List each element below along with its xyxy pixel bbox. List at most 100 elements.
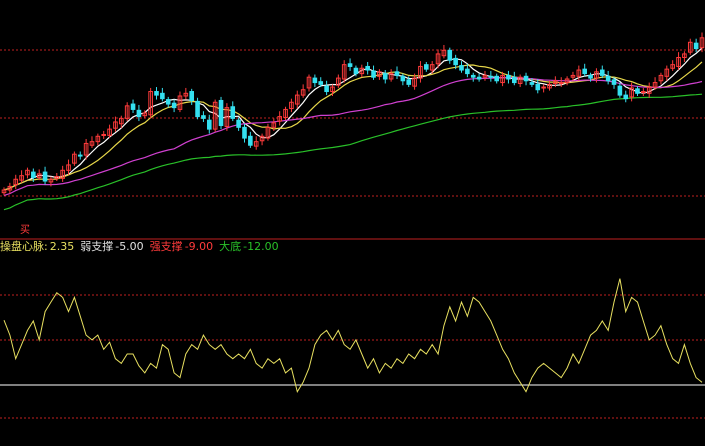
ma30-line <box>3 76 703 196</box>
candle[interactable] <box>523 72 529 86</box>
candle[interactable] <box>148 87 153 119</box>
candle[interactable] <box>623 90 629 103</box>
candle[interactable] <box>89 136 95 148</box>
candle-body <box>605 75 611 82</box>
candle[interactable] <box>195 97 200 120</box>
candle[interactable] <box>447 47 453 64</box>
candle[interactable] <box>1 187 7 196</box>
candle[interactable] <box>289 98 294 113</box>
candle[interactable] <box>535 78 541 94</box>
candle[interactable] <box>617 82 623 98</box>
candle[interactable] <box>388 69 394 82</box>
candle[interactable] <box>230 101 236 122</box>
candle[interactable] <box>113 116 118 132</box>
candle[interactable] <box>676 52 681 71</box>
candle[interactable] <box>259 133 265 146</box>
candle[interactable] <box>183 87 189 100</box>
candle[interactable] <box>494 73 500 84</box>
candle[interactable] <box>336 74 341 88</box>
candle[interactable] <box>341 60 347 83</box>
candle[interactable] <box>424 61 429 72</box>
candle[interactable] <box>42 166 48 185</box>
candle[interactable] <box>664 65 670 81</box>
candle-body <box>447 49 453 61</box>
candle[interactable] <box>95 133 101 146</box>
candle[interactable] <box>582 63 587 77</box>
candle[interactable] <box>25 167 30 179</box>
candle[interactable] <box>236 117 241 131</box>
candle[interactable] <box>635 86 640 96</box>
candle-body <box>77 154 83 157</box>
candle[interactable] <box>459 61 464 73</box>
candle[interactable] <box>265 123 271 141</box>
candle[interactable] <box>72 151 77 166</box>
candle[interactable] <box>476 73 482 82</box>
candle[interactable] <box>418 61 423 83</box>
candle[interactable] <box>101 130 107 139</box>
candle-body <box>371 70 376 78</box>
candle-body <box>230 106 236 119</box>
candle[interactable] <box>347 58 353 71</box>
candle[interactable] <box>441 44 447 59</box>
candle[interactable] <box>201 111 206 122</box>
candle-body <box>160 92 165 100</box>
candle[interactable] <box>687 38 693 55</box>
candle-body <box>465 68 470 75</box>
candle[interactable] <box>130 99 136 114</box>
candle[interactable] <box>312 74 318 88</box>
candle[interactable] <box>641 87 646 96</box>
candle[interactable] <box>670 60 675 71</box>
chart-canvas[interactable] <box>0 0 705 446</box>
candle[interactable] <box>154 87 159 100</box>
oscillator-panel[interactable] <box>0 278 705 393</box>
candle[interactable] <box>488 70 494 82</box>
candle-body <box>324 85 329 93</box>
candle[interactable] <box>605 70 611 85</box>
candle[interactable] <box>177 91 183 113</box>
candle[interactable] <box>13 174 19 190</box>
candle[interactable] <box>324 80 329 96</box>
candle[interactable] <box>294 90 300 109</box>
candle-body <box>171 102 177 109</box>
indicator-legend: 操盘心脉: 2.35 弱支撑 -5.00 强支撑 -9.00 大底 -12.00 <box>0 240 279 254</box>
candle-body <box>130 103 136 110</box>
candle[interactable] <box>165 96 171 108</box>
candle[interactable] <box>658 72 664 85</box>
candle[interactable] <box>242 123 247 143</box>
legend-big-bottom: 大底 -12.00 <box>219 240 278 254</box>
candle[interactable] <box>382 70 388 84</box>
candle[interactable] <box>77 151 83 160</box>
price-panel[interactable] <box>1 32 705 211</box>
candle[interactable] <box>599 65 605 79</box>
candle[interactable] <box>60 165 65 182</box>
candle-body <box>189 91 194 101</box>
candle[interactable] <box>136 104 142 122</box>
candle[interactable] <box>218 96 224 130</box>
candle[interactable] <box>482 70 488 81</box>
candle[interactable] <box>160 87 165 102</box>
candle[interactable] <box>54 172 60 182</box>
candle[interactable] <box>306 74 312 92</box>
candle[interactable] <box>512 71 517 86</box>
candle[interactable] <box>253 136 259 150</box>
candle[interactable] <box>470 72 476 82</box>
candle[interactable] <box>189 88 194 105</box>
legend-strong-support-label: 强支撑 <box>149 240 183 253</box>
candle-body <box>382 73 388 80</box>
candle[interactable] <box>517 74 523 88</box>
candle[interactable] <box>212 99 218 132</box>
candle[interactable] <box>124 102 130 122</box>
candle[interactable] <box>682 51 687 62</box>
candle[interactable] <box>300 84 306 98</box>
candle[interactable] <box>371 65 376 80</box>
candle[interactable] <box>19 170 24 183</box>
candle[interactable] <box>365 61 370 75</box>
candle[interactable] <box>394 66 400 79</box>
candle-body <box>635 88 640 94</box>
candle[interactable] <box>248 131 253 148</box>
candle[interactable] <box>646 82 652 98</box>
candle[interactable] <box>506 70 511 84</box>
candle[interactable] <box>171 99 177 113</box>
ma5-line <box>3 47 703 191</box>
candle[interactable] <box>541 84 546 93</box>
